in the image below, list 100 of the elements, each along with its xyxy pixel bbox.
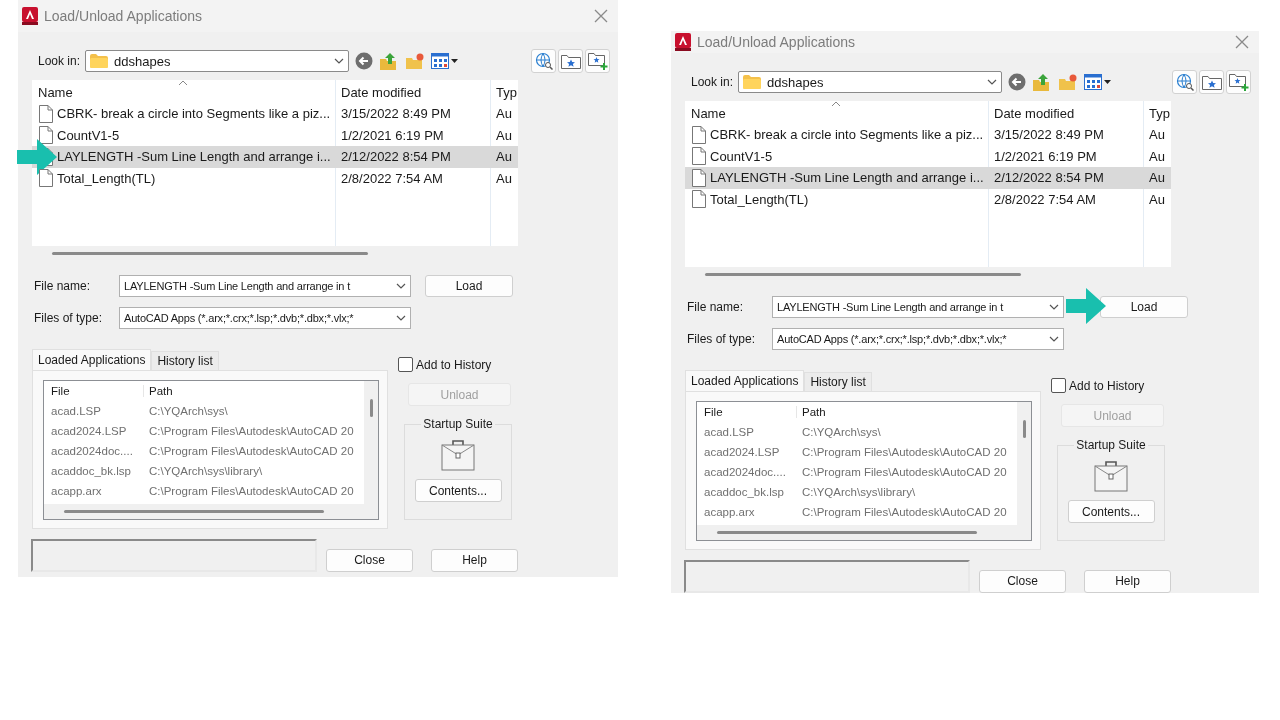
file-name-field[interactable]: LAYLENGTH -Sum Line Length and arrange in t bbox=[119, 275, 411, 297]
file-row[interactable]: Total_Length(TL) 2/8/2022 7:54 AM Au bbox=[32, 167, 518, 189]
table-cell-text: acad.LSP bbox=[703, 426, 755, 438]
briefcase-icon bbox=[1094, 460, 1128, 492]
tab[interactable]: Loaded Applications bbox=[32, 349, 152, 370]
checkbox-label: Add to History bbox=[1069, 378, 1145, 393]
file-date: 2/12/2022 8:54 PM bbox=[340, 149, 452, 165]
new-folder-icon[interactable] bbox=[405, 52, 425, 70]
file-type-dropdown[interactable]: AutoCAD Apps (*.arx;*.crx;*.lsp;*.dvb;*.dbx;*.vlx;* bbox=[772, 328, 1064, 350]
file-date: 2/8/2022 7:54 AM bbox=[340, 170, 444, 186]
help-button[interactable]: Help bbox=[431, 548, 518, 572]
tab[interactable]: History list bbox=[151, 351, 219, 370]
column-header[interactable]: File bbox=[44, 385, 144, 397]
file-type: Au bbox=[495, 149, 513, 165]
scrollbar-thumb[interactable] bbox=[717, 531, 977, 534]
scrollbar-thumb[interactable] bbox=[64, 510, 324, 513]
look-in-dropdown[interactable]: ddshapes bbox=[738, 71, 1002, 93]
scrollbar-thumb[interactable] bbox=[369, 399, 373, 417]
column-header[interactable]: Typ bbox=[490, 84, 518, 100]
column-header[interactable]: Path bbox=[144, 385, 364, 397]
folder-star-button[interactable] bbox=[1199, 70, 1224, 94]
scrollbar-thumb[interactable] bbox=[705, 273, 1021, 276]
table-cell-text: C:\YQArch\sys\ bbox=[801, 426, 882, 438]
folder-star-button[interactable] bbox=[558, 49, 583, 73]
column-header[interactable]: File bbox=[697, 406, 797, 418]
file-date: 2/8/2022 7:54 AM bbox=[993, 191, 1097, 207]
table-cell-text: acad2024doc.... bbox=[50, 445, 134, 457]
close-icon[interactable] bbox=[1235, 35, 1249, 49]
field-label: Files of type: bbox=[686, 332, 757, 346]
field-label: File name: bbox=[686, 300, 745, 314]
app-icon bbox=[22, 7, 38, 25]
file-type: Au bbox=[1148, 170, 1166, 186]
sort-caret-icon bbox=[831, 101, 841, 107]
file-type-dropdown[interactable]: AutoCAD Apps (*.arx;*.crx;*.lsp;*.dvb;*.dbx;*.vlx;* bbox=[119, 307, 411, 329]
briefcase-icon bbox=[441, 439, 475, 471]
view-menu-icon[interactable] bbox=[431, 52, 459, 70]
file-name: LAYLENGTH -Sum Line Length and arrange i... bbox=[710, 170, 984, 186]
column-header[interactable]: Name bbox=[32, 84, 335, 100]
folder-up-icon[interactable] bbox=[379, 51, 399, 71]
file-icon bbox=[692, 125, 706, 144]
scrollbar-thumb[interactable] bbox=[52, 252, 368, 255]
file-icon bbox=[39, 126, 53, 145]
file-row[interactable]: CountV1-5 1/2/2021 6:19 PM Au bbox=[32, 124, 518, 146]
help-button[interactable]: Help bbox=[1084, 569, 1171, 593]
file-name-field[interactable]: LAYLENGTH -Sum Line Length and arrange in t bbox=[772, 296, 1064, 318]
column-header[interactable]: Typ bbox=[1143, 105, 1171, 121]
file-name: Total_Length(TL) bbox=[57, 170, 156, 186]
file-date: 3/15/2022 8:49 PM bbox=[340, 106, 452, 122]
look-in-dropdown[interactable]: ddshapes bbox=[85, 50, 349, 72]
load-button[interactable]: Load bbox=[1100, 296, 1188, 318]
scrollbar-thumb[interactable] bbox=[1022, 420, 1026, 438]
file-name: Total_Length(TL) bbox=[710, 191, 809, 207]
column-header[interactable]: Path bbox=[797, 406, 1017, 418]
back-icon[interactable] bbox=[355, 52, 373, 70]
file-row[interactable]: CountV1-5 1/2/2021 6:19 PM Au bbox=[685, 145, 1171, 167]
table-cell-text: C:\Program Files\Autodesk\AutoCAD 20 bbox=[801, 466, 1008, 478]
back-icon[interactable] bbox=[1008, 73, 1026, 91]
search-web-button[interactable] bbox=[531, 49, 556, 73]
file-row[interactable]: LAYLENGTH -Sum Line Length and arrange i... 2/12/2022 8:54 PM Au bbox=[685, 167, 1171, 189]
tab[interactable]: Loaded Applications bbox=[685, 370, 805, 391]
table-cell-text: acad2024.LSP bbox=[50, 425, 128, 437]
file-row[interactable]: Total_Length(TL) 2/8/2022 7:54 AM Au bbox=[685, 188, 1171, 210]
close-button[interactable]: Close bbox=[326, 548, 413, 572]
folder-plus-button[interactable] bbox=[585, 49, 610, 73]
file-row[interactable]: CBRK- break a circle into Segments like a piz... 3/15/2022 8:49 PM Au bbox=[685, 124, 1171, 146]
search-web-button[interactable] bbox=[1172, 70, 1197, 94]
column-header[interactable]: Date modified bbox=[335, 84, 490, 100]
table-cell-text: C:\Program Files\Autodesk\AutoCAD 20 bbox=[148, 445, 355, 457]
checkbox[interactable] bbox=[398, 357, 413, 372]
table-cell-text: C:\Program Files\Autodesk\AutoCAD 20 bbox=[801, 446, 1008, 458]
table-cell-text: acaddoc_bk.lsp bbox=[50, 465, 132, 477]
column-header[interactable]: Name bbox=[685, 105, 988, 121]
file-date: 3/15/2022 8:49 PM bbox=[993, 127, 1105, 143]
column-header[interactable]: Date modified bbox=[988, 105, 1143, 121]
search-web-icon bbox=[1175, 73, 1194, 91]
window-title: Load/Unload Applications bbox=[44, 8, 203, 24]
file-type: Au bbox=[495, 106, 513, 122]
table-cell-text: acad2024doc.... bbox=[703, 466, 787, 478]
table-cell-text: acapp.arx bbox=[50, 485, 103, 497]
file-date: 1/2/2021 6:19 PM bbox=[340, 127, 445, 143]
folder-up-icon[interactable] bbox=[1032, 72, 1052, 92]
file-row[interactable]: LAYLENGTH -Sum Line Length and arrange i... 2/12/2022 8:54 PM Au bbox=[32, 146, 518, 168]
folder-plus-button[interactable] bbox=[1226, 70, 1251, 94]
view-menu-icon[interactable] bbox=[1084, 73, 1112, 91]
close-button[interactable]: Close bbox=[979, 569, 1066, 593]
load-button[interactable]: Load bbox=[425, 275, 513, 297]
table-cell-text: C:\YQArch\sys\library\ bbox=[148, 465, 264, 477]
folder-star-icon bbox=[560, 53, 581, 69]
folder-plus-icon bbox=[1228, 73, 1249, 91]
close-icon[interactable] bbox=[594, 9, 608, 23]
table-cell-text: C:\YQArch\sys\library\ bbox=[801, 486, 917, 498]
file-row[interactable]: CBRK- break a circle into Segments like a piz... 3/15/2022 8:49 PM Au bbox=[32, 103, 518, 125]
contents-button[interactable]: Contents... bbox=[414, 479, 502, 502]
new-folder-icon[interactable] bbox=[1058, 73, 1078, 91]
tab[interactable]: History list bbox=[804, 372, 872, 391]
contents-button[interactable]: Contents... bbox=[1067, 500, 1155, 523]
table-cell-text: acapp.arx bbox=[703, 506, 756, 518]
file-name: CBRK- break a circle into Segments like a piz... bbox=[710, 127, 984, 143]
checkbox[interactable] bbox=[1051, 378, 1066, 393]
table-cell-text: C:\Program Files\Autodesk\AutoCAD 20 bbox=[148, 425, 355, 437]
